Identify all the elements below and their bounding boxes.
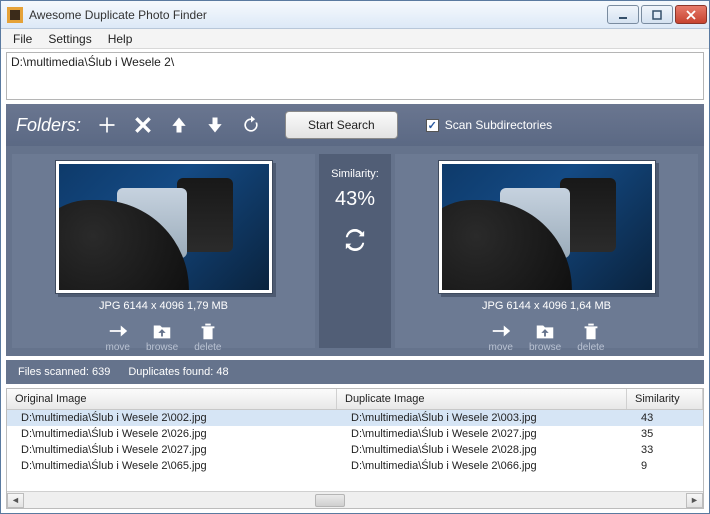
close-button[interactable] xyxy=(675,5,707,24)
files-scanned: Files scanned: 639 xyxy=(18,366,110,378)
folder-list[interactable]: D:\multimedia\Ślub i Wesele 2\ xyxy=(6,52,704,100)
cell-original: D:\multimedia\Ślub i Wesele 2\002.jpg xyxy=(7,410,337,426)
cell-original: D:\multimedia\Ślub i Wesele 2\065.jpg xyxy=(7,458,337,474)
folders-label: Folders: xyxy=(16,115,81,136)
cell-duplicate: D:\multimedia\Ślub i Wesele 2\066.jpg xyxy=(337,458,627,474)
menubar: File Settings Help xyxy=(1,29,709,49)
table-row[interactable]: D:\multimedia\Ślub i Wesele 2\026.jpgD:\… xyxy=(7,426,703,442)
table-row[interactable]: D:\multimedia\Ślub i Wesele 2\002.jpgD:\… xyxy=(7,410,703,426)
status-bar: Files scanned: 639 Duplicates found: 48 xyxy=(6,360,704,384)
table-header: Original Image Duplicate Image Similarit… xyxy=(7,389,703,410)
maximize-button[interactable] xyxy=(641,5,673,24)
duplicates-found: Duplicates found: 48 xyxy=(128,366,228,378)
app-icon xyxy=(7,7,23,23)
scroll-left-arrow[interactable]: ◄ xyxy=(7,493,24,508)
folders-toolbar: Folders: Start Search ✓ Scan Subdirector… xyxy=(6,104,704,146)
horizontal-scrollbar[interactable]: ◄ ► xyxy=(7,491,703,508)
move-label: move xyxy=(489,342,513,353)
original-thumbnail[interactable] xyxy=(55,160,273,294)
browse-label: browse xyxy=(529,342,561,353)
similarity-value: 43% xyxy=(335,188,375,211)
original-move-button[interactable]: move xyxy=(106,320,130,353)
duplicate-thumbnail[interactable] xyxy=(438,160,656,294)
table-row[interactable]: D:\multimedia\Ślub i Wesele 2\027.jpgD:\… xyxy=(7,442,703,458)
cell-duplicate: D:\multimedia\Ślub i Wesele 2\027.jpg xyxy=(337,426,627,442)
menu-settings[interactable]: Settings xyxy=(42,30,97,48)
menu-file[interactable]: File xyxy=(7,30,38,48)
refresh-icon[interactable] xyxy=(241,115,261,135)
cell-similarity: 43 xyxy=(627,410,703,426)
original-image-pane: JPG 6144 x 4096 1,79 MB move browse dele… xyxy=(12,154,315,348)
mid-panel: Folders: Start Search ✓ Scan Subdirector… xyxy=(6,104,704,356)
titlebar: Awesome Duplicate Photo Finder xyxy=(1,1,709,29)
col-original[interactable]: Original Image xyxy=(7,389,337,409)
col-similarity[interactable]: Similarity xyxy=(627,389,703,409)
scan-subdirectories-label: Scan Subdirectories xyxy=(445,118,552,132)
cell-similarity: 33 xyxy=(627,442,703,458)
remove-folder-icon[interactable] xyxy=(133,115,153,135)
similarity-label: Similarity: xyxy=(331,168,379,180)
check-icon: ✓ xyxy=(426,119,439,132)
cell-similarity: 35 xyxy=(627,426,703,442)
duplicate-image-meta: JPG 6144 x 4096 1,64 MB xyxy=(482,300,611,312)
cell-duplicate: D:\multimedia\Ślub i Wesele 2\028.jpg xyxy=(337,442,627,458)
window-title: Awesome Duplicate Photo Finder xyxy=(29,8,605,22)
results-table: Original Image Duplicate Image Similarit… xyxy=(6,388,704,509)
swap-icon[interactable] xyxy=(344,219,366,254)
move-down-icon[interactable] xyxy=(205,115,225,135)
similarity-column: Similarity: 43% xyxy=(319,154,391,348)
table-row[interactable]: D:\multimedia\Ślub i Wesele 2\065.jpgD:\… xyxy=(7,458,703,474)
cell-original: D:\multimedia\Ślub i Wesele 2\027.jpg xyxy=(7,442,337,458)
cell-similarity: 9 xyxy=(627,458,703,474)
menu-help[interactable]: Help xyxy=(102,30,139,48)
duplicate-delete-button[interactable]: delete xyxy=(577,320,604,353)
move-up-icon[interactable] xyxy=(169,115,189,135)
col-duplicate[interactable]: Duplicate Image xyxy=(337,389,627,409)
start-search-button[interactable]: Start Search xyxy=(285,111,398,139)
add-folder-icon[interactable] xyxy=(97,115,117,135)
move-label: move xyxy=(106,342,130,353)
original-image-meta: JPG 6144 x 4096 1,79 MB xyxy=(99,300,228,312)
scroll-thumb[interactable] xyxy=(315,494,345,507)
original-delete-button[interactable]: delete xyxy=(194,320,221,353)
delete-label: delete xyxy=(577,342,604,353)
minimize-button[interactable] xyxy=(607,5,639,24)
cell-original: D:\multimedia\Ślub i Wesele 2\026.jpg xyxy=(7,426,337,442)
delete-label: delete xyxy=(194,342,221,353)
original-browse-button[interactable]: browse xyxy=(146,320,178,353)
duplicate-image-pane: JPG 6144 x 4096 1,64 MB move browse dele… xyxy=(395,154,698,348)
cell-duplicate: D:\multimedia\Ślub i Wesele 2\003.jpg xyxy=(337,410,627,426)
table-body[interactable]: D:\multimedia\Ślub i Wesele 2\002.jpgD:\… xyxy=(7,410,703,491)
scan-subdirectories-checkbox[interactable]: ✓ Scan Subdirectories xyxy=(426,118,552,132)
folder-path-entry[interactable]: D:\multimedia\Ślub i Wesele 2\ xyxy=(11,55,699,69)
duplicate-move-button[interactable]: move xyxy=(489,320,513,353)
duplicate-browse-button[interactable]: browse xyxy=(529,320,561,353)
browse-label: browse xyxy=(146,342,178,353)
scroll-right-arrow[interactable]: ► xyxy=(686,493,703,508)
